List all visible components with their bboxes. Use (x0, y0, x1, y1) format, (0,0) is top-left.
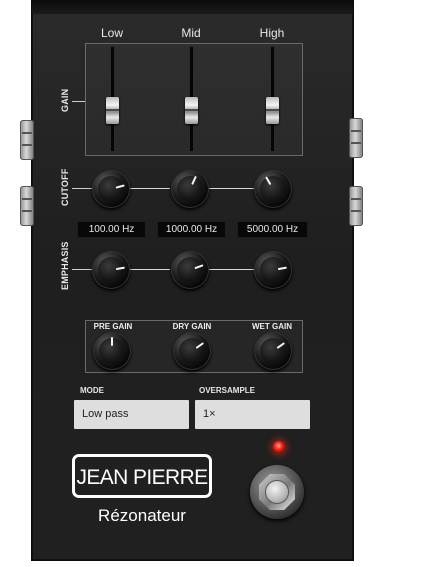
gain-band-label-high: High (259, 26, 285, 40)
input-jack-lower[interactable] (20, 186, 34, 226)
status-led (273, 441, 285, 453)
gain-slider-mid[interactable] (185, 97, 198, 124)
cutoff-readout-low: 100.00 Hz (77, 221, 146, 238)
brand-logo-frame: JEAN PIERRE (72, 454, 212, 498)
gain-label-connector (72, 101, 85, 102)
output-jack-lower[interactable] (349, 186, 363, 226)
pre-gain-knob[interactable] (93, 332, 131, 370)
input-jack-upper[interactable] (20, 120, 34, 160)
pre-gain-knob-indicator (111, 337, 113, 346)
wet-gain-knob[interactable] (254, 332, 292, 370)
product-name: Rézonateur (98, 506, 186, 525)
emphasis-link-2 (209, 269, 254, 270)
emphasis-knob-high[interactable] (254, 251, 292, 289)
wet-gain-label: WET GAIN (252, 322, 292, 331)
cutoff-link-2 (209, 188, 254, 189)
gain-band-label-low: Low (100, 26, 123, 40)
cutoff-link-1 (130, 188, 170, 189)
emphasis-link-1 (130, 269, 170, 270)
gain-section-label: GAIN (60, 88, 70, 112)
mode-select[interactable]: Low pass (74, 400, 189, 429)
oversample-label: OVERSAMPLE (199, 386, 256, 395)
cutoff-section-label: CUTOFF (60, 168, 70, 206)
emphasis-knob-mid[interactable] (171, 251, 209, 289)
cutoff-knob-mid[interactable] (171, 170, 209, 208)
output-jack-upper[interactable] (349, 118, 363, 158)
pre-gain-label: PRE GAIN (93, 322, 133, 331)
dry-gain-knob[interactable] (173, 332, 211, 370)
cutoff-knob-low[interactable] (92, 170, 130, 208)
oversample-select[interactable]: 1× (195, 400, 310, 429)
dry-gain-label: DRY GAIN (172, 322, 212, 331)
cutoff-label-connector (72, 188, 92, 189)
emphasis-knob-low[interactable] (92, 251, 130, 289)
pedal-top-edge (32, 0, 353, 14)
cutoff-readout-mid: 1000.00 Hz (157, 221, 226, 238)
bypass-footswitch[interactable] (250, 465, 304, 519)
gain-band-label-mid: Mid (181, 26, 201, 40)
cutoff-knob-high[interactable] (254, 170, 292, 208)
brand-name: JEAN PIERRE (76, 466, 208, 489)
gain-slider-high[interactable] (266, 97, 279, 124)
gain-slider-low[interactable] (106, 97, 119, 124)
cutoff-readout-high: 5000.00 Hz (237, 221, 308, 238)
mode-label: MODE (80, 386, 104, 395)
emphasis-label-connector (72, 269, 92, 270)
emphasis-section-label: EMPHASIS (60, 241, 70, 290)
